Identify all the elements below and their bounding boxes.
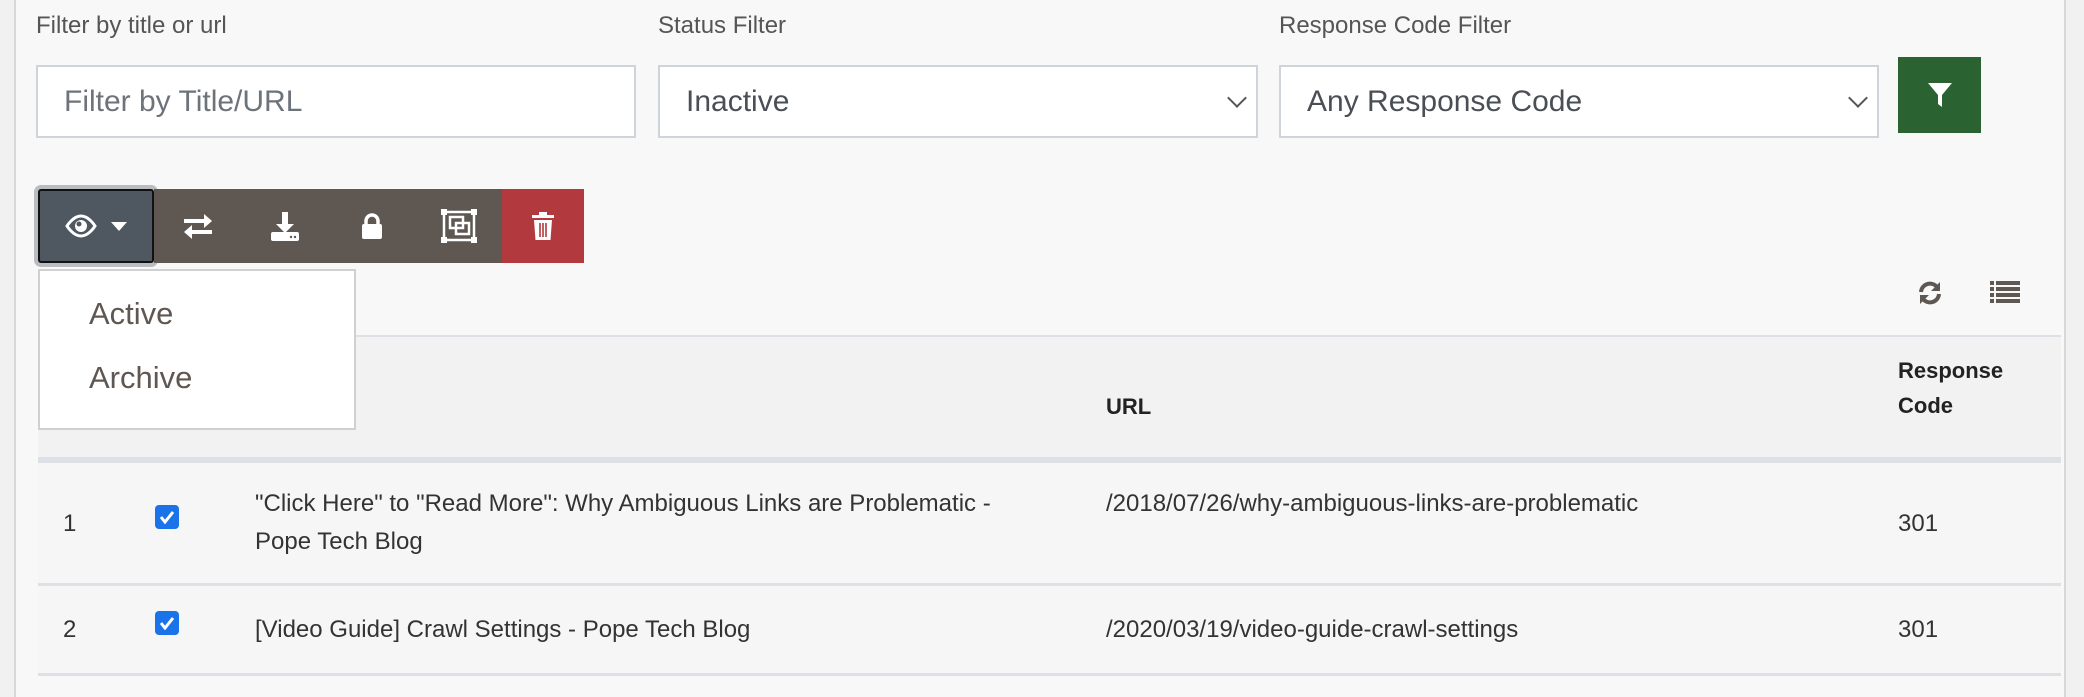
response-filter-select[interactable]: Any Response Code: [1279, 65, 1879, 138]
view-status-button[interactable]: [38, 189, 154, 263]
lock-icon: [361, 213, 382, 239]
status-filter-label: Status Filter: [658, 12, 787, 39]
table-row: 1 "Click Here" to "Read More": Why Ambig…: [38, 463, 2061, 586]
columns-button[interactable]: [1990, 280, 2020, 309]
move-button[interactable]: [154, 189, 241, 263]
eye-icon: [65, 214, 97, 238]
filter-icon: [1927, 83, 1952, 107]
delete-button[interactable]: [502, 189, 584, 263]
menu-item-archive[interactable]: Archive: [89, 360, 192, 396]
row-title-line2: Pope Tech Blog: [255, 528, 423, 555]
status-dropdown-menu: Active Archive: [38, 269, 356, 430]
row-number: 2: [63, 616, 77, 643]
header-url[interactable]: URL: [1106, 389, 1151, 424]
row-title-line1: "Click Here" to "Read More": Why Ambiguo…: [255, 490, 991, 517]
title-filter-placeholder: Filter by Title/URL: [64, 84, 303, 118]
row-response-code: 301: [1898, 510, 1939, 537]
header-response-line2[interactable]: Code: [1898, 388, 1953, 423]
row-url[interactable]: /2020/03/19/video-guide-crawl-settings: [1106, 611, 1518, 649]
trash-icon: [532, 212, 554, 240]
status-filter-select[interactable]: Inactive: [658, 65, 1258, 138]
check-icon: [159, 511, 175, 524]
object-group-icon: [440, 209, 477, 243]
row-title-line1: [Video Guide] Crawl Settings - Pope Tech…: [255, 616, 751, 643]
row-checkbox[interactable]: [155, 505, 179, 529]
exchange-icon: [183, 214, 212, 239]
apply-filter-button[interactable]: [1898, 57, 1981, 133]
chevron-down-icon: [1227, 88, 1247, 108]
title-filter-label: Filter by title or url: [36, 12, 227, 39]
header-response-line1[interactable]: Response: [1898, 353, 2003, 388]
row-number: 1: [63, 510, 77, 537]
status-filter-value: Inactive: [686, 84, 790, 118]
row-url[interactable]: /2018/07/26/why-ambiguous-links-are-prob…: [1106, 485, 1638, 523]
row-checkbox[interactable]: [155, 611, 179, 635]
title-filter-input[interactable]: Filter by Title/URL: [36, 65, 636, 138]
check-icon: [159, 617, 175, 630]
bulk-toolbar: [38, 189, 584, 263]
response-filter-label: Response Code Filter: [1279, 12, 1512, 39]
list-icon: [1990, 281, 2020, 303]
download-icon: [270, 212, 299, 241]
caret-down-icon: [111, 222, 127, 231]
page-panel: Filter by title or url Filter by Title/U…: [14, 0, 2066, 697]
refresh-icon: [1919, 281, 1941, 305]
row-response-code: 301: [1898, 616, 1939, 643]
menu-item-active[interactable]: Active: [89, 296, 173, 332]
lock-button[interactable]: [328, 189, 415, 263]
response-filter-value: Any Response Code: [1307, 84, 1583, 118]
group-button[interactable]: [415, 189, 502, 263]
table-row: 2 [Video Guide] Crawl Settings - Pope Te…: [38, 586, 2061, 676]
chevron-down-icon: [1848, 88, 1868, 108]
refresh-button[interactable]: [1917, 280, 1943, 311]
download-button[interactable]: [241, 189, 328, 263]
